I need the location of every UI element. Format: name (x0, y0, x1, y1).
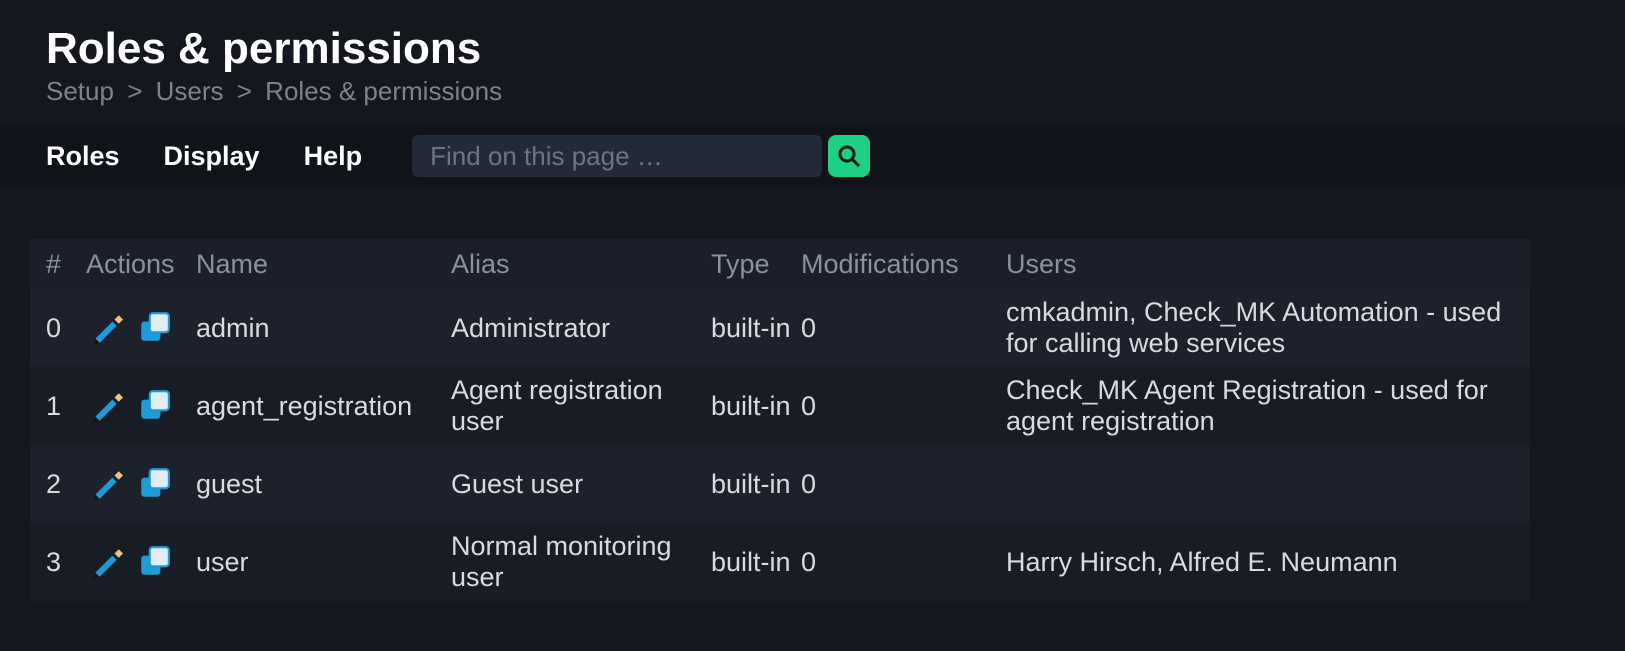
clone-button[interactable] (134, 308, 174, 348)
edit-button[interactable] (86, 308, 126, 348)
edit-button[interactable] (86, 542, 126, 582)
copy-icon (137, 545, 171, 579)
cell-name: admin (196, 313, 451, 344)
breadcrumb-item[interactable]: Setup (46, 76, 114, 106)
table-row: 2 guestGuest userbuilt-in0 (30, 445, 1530, 523)
cell-actions (86, 308, 196, 348)
table-row: 0adminAdministratorbuilt-in0cmkadmin, Ch… (30, 289, 1530, 367)
edit-button[interactable] (86, 386, 126, 426)
col-header-name[interactable]: Name (196, 249, 451, 280)
cell-modifications: 0 (801, 469, 1006, 500)
col-header-actions[interactable]: Actions (86, 249, 196, 280)
cell-actions (86, 542, 196, 582)
cell-name: guest (196, 469, 451, 500)
cell-type: built-in (711, 313, 801, 344)
table-row: 1 agent_registrationAgent registration us… (30, 367, 1530, 445)
cell-users: cmkadmin, Check_MK Automation - used for… (1006, 297, 1514, 359)
menu-display[interactable]: Display (164, 141, 260, 172)
copy-icon (137, 389, 171, 423)
table-header-row: # Actions Name Alias Type Modifications … (30, 239, 1530, 289)
clone-button[interactable] (134, 464, 174, 504)
roles-table: # Actions Name Alias Type Modifications … (30, 239, 1530, 601)
menu-help[interactable]: Help (304, 141, 363, 172)
cell-actions (86, 386, 196, 426)
cell-index: 2 (46, 469, 86, 500)
page-root: Roles & permissions Setup > Users > Role… (0, 0, 1625, 601)
cell-name: user (196, 547, 451, 578)
cell-modifications: 0 (801, 547, 1006, 578)
page-title: Roles & permissions (0, 24, 1625, 76)
cell-users: Harry Hirsch, Alfred E. Neumann (1006, 547, 1514, 578)
cell-type: built-in (711, 391, 801, 422)
search-wrap (412, 135, 870, 177)
cell-users: Check_MK Agent Registration - used for a… (1006, 375, 1514, 437)
col-header-alias[interactable]: Alias (451, 249, 711, 280)
pencil-icon (89, 467, 123, 501)
breadcrumb-item[interactable]: Users (156, 76, 224, 106)
pencil-icon (89, 389, 123, 423)
pencil-icon (89, 545, 123, 579)
table-row: 3 userNormal monitoring userbuilt-in0Harr… (30, 523, 1530, 601)
col-header-modifications[interactable]: Modifications (801, 249, 1006, 280)
table-body: 0adminAdministratorbuilt-in0cmkadmin, Ch… (30, 289, 1530, 601)
cell-alias: Agent registration user (451, 375, 711, 437)
breadcrumb-item[interactable]: Roles & permissions (265, 76, 502, 106)
clone-button[interactable] (134, 542, 174, 582)
cell-alias: Guest user (451, 469, 711, 500)
cell-alias: Administrator (451, 313, 711, 344)
toolbar: Roles Display Help (0, 125, 1625, 187)
col-header-index[interactable]: # (46, 249, 86, 280)
cell-name: agent_registration (196, 391, 451, 422)
cell-index: 1 (46, 391, 86, 422)
edit-button[interactable] (86, 464, 126, 504)
cell-actions (86, 464, 196, 504)
cell-type: built-in (711, 469, 801, 500)
search-button[interactable] (828, 135, 870, 177)
cell-modifications: 0 (801, 391, 1006, 422)
cell-index: 3 (46, 547, 86, 578)
copy-icon (137, 467, 171, 501)
clone-button[interactable] (134, 386, 174, 426)
breadcrumb: Setup > Users > Roles & permissions (0, 76, 1625, 125)
chevron-right-icon: > (231, 76, 258, 106)
cell-modifications: 0 (801, 313, 1006, 344)
cell-alias: Normal monitoring user (451, 531, 711, 593)
pencil-icon (89, 311, 123, 345)
search-icon (837, 144, 861, 168)
cell-index: 0 (46, 313, 86, 344)
search-input[interactable] (412, 135, 822, 177)
cell-type: built-in (711, 547, 801, 578)
chevron-right-icon: > (121, 76, 148, 106)
col-header-type[interactable]: Type (711, 249, 801, 280)
copy-icon (137, 311, 171, 345)
col-header-users[interactable]: Users (1006, 249, 1514, 280)
menu-roles[interactable]: Roles (46, 141, 120, 172)
